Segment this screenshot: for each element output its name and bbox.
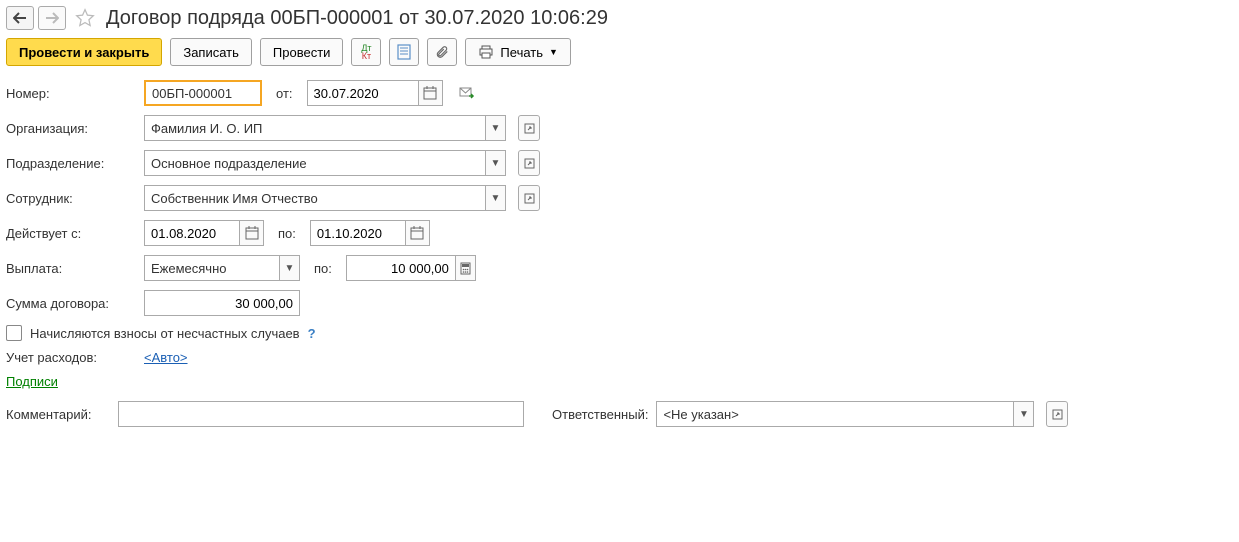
employee-dropdown-button[interactable]: ▼ <box>486 185 506 211</box>
save-button[interactable]: Записать <box>170 38 252 66</box>
responsible-label: Ответственный: <box>552 407 648 422</box>
accident-fees-label: Начисляются взносы от несчастных случаев <box>30 326 300 341</box>
payment-calc-button[interactable] <box>456 255 476 281</box>
organization-open-button[interactable] <box>518 115 540 141</box>
document-date-input[interactable] <box>307 80 419 106</box>
department-label: Подразделение: <box>6 156 136 171</box>
open-icon <box>524 123 535 134</box>
nav-forward-button[interactable] <box>38 6 66 30</box>
signatures-link[interactable]: Подписи <box>6 374 58 389</box>
payment-dropdown-button[interactable]: ▼ <box>280 255 300 281</box>
employee-label: Сотрудник: <box>6 191 136 206</box>
help-icon[interactable]: ? <box>308 326 316 341</box>
number-label: Номер: <box>6 86 136 101</box>
expense-auto-link[interactable]: <Авто> <box>144 350 188 365</box>
dt-kt-button[interactable]: ДтКт <box>351 38 381 66</box>
expense-accounting-label: Учет расходов: <box>6 350 136 365</box>
from-label: от: <box>276 86 293 101</box>
chevron-down-icon: ▼ <box>549 47 558 57</box>
attach-button[interactable] <box>427 38 457 66</box>
contract-sum-input[interactable] <box>144 290 300 316</box>
open-icon <box>524 193 535 204</box>
calendar-icon <box>423 86 437 100</box>
per-label: по: <box>314 261 332 276</box>
comment-label: Комментарий: <box>6 407 110 422</box>
document-date-calendar-button[interactable] <box>419 80 443 106</box>
open-icon <box>1052 409 1063 420</box>
open-icon <box>524 158 535 169</box>
payment-input[interactable]: Ежемесячно <box>144 255 280 281</box>
post-button[interactable]: Провести <box>260 38 344 66</box>
department-open-button[interactable] <box>518 150 540 176</box>
document-lines-icon <box>397 44 411 60</box>
organization-dropdown-button[interactable]: ▼ <box>486 115 506 141</box>
valid-from-calendar-button[interactable] <box>240 220 264 246</box>
nav-back-button[interactable] <box>6 6 34 30</box>
calendar-icon <box>245 226 259 240</box>
print-button[interactable]: Печать ▼ <box>465 38 571 66</box>
post-and-close-button[interactable]: Провести и закрыть <box>6 38 162 66</box>
valid-from-input[interactable] <box>144 220 240 246</box>
sum-label: Сумма договора: <box>6 296 136 311</box>
accident-fees-checkbox[interactable] <box>6 325 22 341</box>
organization-input[interactable]: Фамилия И. О. ИП <box>144 115 486 141</box>
favorite-star-icon[interactable] <box>74 7 96 29</box>
valid-to-calendar-button[interactable] <box>406 220 430 246</box>
page-title: Договор подряда 00БП-000001 от 30.07.202… <box>106 7 608 30</box>
calculator-icon <box>460 262 471 275</box>
comment-input[interactable] <box>118 401 524 427</box>
organization-label: Организация: <box>6 121 136 136</box>
to-label: по: <box>278 226 296 241</box>
responsible-open-button[interactable] <box>1046 401 1068 427</box>
send-icon[interactable] <box>459 86 475 100</box>
printer-icon <box>478 45 494 59</box>
responsible-dropdown-button[interactable]: ▼ <box>1014 401 1034 427</box>
calendar-icon <box>410 226 424 240</box>
number-input[interactable]: 00БП-000001 <box>144 80 262 106</box>
payment-amount-input[interactable] <box>346 255 456 281</box>
payment-label: Выплата: <box>6 261 136 276</box>
responsible-input[interactable]: <Не указан> <box>656 401 1014 427</box>
employee-input[interactable]: Собственник Имя Отчество <box>144 185 486 211</box>
valid-to-input[interactable] <box>310 220 406 246</box>
paperclip-icon <box>435 44 449 60</box>
department-dropdown-button[interactable]: ▼ <box>486 150 506 176</box>
valid-from-label: Действует с: <box>6 226 136 241</box>
employee-open-button[interactable] <box>518 185 540 211</box>
report-button[interactable] <box>389 38 419 66</box>
department-input[interactable]: Основное подразделение <box>144 150 486 176</box>
